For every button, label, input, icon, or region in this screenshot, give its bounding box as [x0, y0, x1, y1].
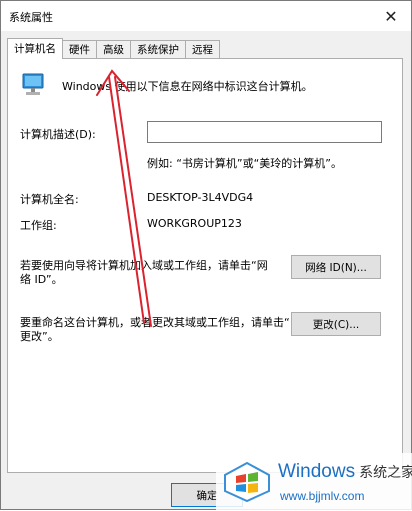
network-id-text-line2: 络 ID”。 [20, 273, 63, 286]
workgroup-value: WORKGROUP123 [147, 217, 242, 230]
tab-advanced[interactable]: 高级 [97, 40, 131, 59]
intro-text: Windows 使用以下信息在网络中标识这台计算机。 [62, 80, 313, 93]
system-properties-window: 系统属性 ✕ 计算机名 硬件 高级 系统保护 远程 Windows 使用以下信息… [0, 0, 412, 511]
description-example: 例如: “书房计算机”或“美玲的计算机”。 [147, 157, 342, 170]
close-icon: ✕ [384, 6, 398, 26]
network-id-button[interactable]: 网络 ID(N)... [291, 255, 381, 279]
computer-icon [22, 73, 44, 95]
watermark-brand-cn: 系统之家 [359, 464, 412, 480]
computer-description-input[interactable] [147, 121, 382, 143]
tab-strip: 计算机名 硬件 高级 系统保护 远程 [7, 38, 220, 59]
computer-name-panel: Windows 使用以下信息在网络中标识这台计算机。 计算机描述(D): 例如:… [7, 58, 403, 473]
site-watermark: Windows 系统之家 www.bjjmlv.com [216, 453, 412, 511]
watermark-brand: Windows 系统之家 [278, 461, 412, 483]
workgroup-label: 工作组: [20, 219, 57, 232]
tab-remote[interactable]: 远程 [186, 40, 220, 59]
tab-system-protection[interactable]: 系统保护 [131, 40, 186, 59]
rename-text-line2: 更改”。 [20, 330, 59, 343]
change-button[interactable]: 更改(C)... [291, 312, 381, 336]
close-button[interactable]: ✕ [371, 1, 411, 31]
tab-hardware[interactable]: 硬件 [63, 40, 97, 59]
description-label: 计算机描述(D): [20, 128, 96, 141]
title-bar: 系统属性 ✕ [1, 1, 411, 31]
tab-computer-name[interactable]: 计算机名 [7, 38, 63, 59]
full-name-label: 计算机全名: [20, 193, 79, 206]
window-title: 系统属性 [9, 11, 53, 24]
rename-text-line1: 要重命名这台计算机，或者更改其域或工作组，请单击“ [20, 316, 290, 329]
watermark-url: www.bjjmlv.com [280, 489, 365, 503]
full-name-value: DESKTOP-3L4VDG4 [147, 191, 254, 204]
windows-logo-icon [224, 461, 270, 503]
watermark-brand-en: Windows [278, 461, 356, 482]
